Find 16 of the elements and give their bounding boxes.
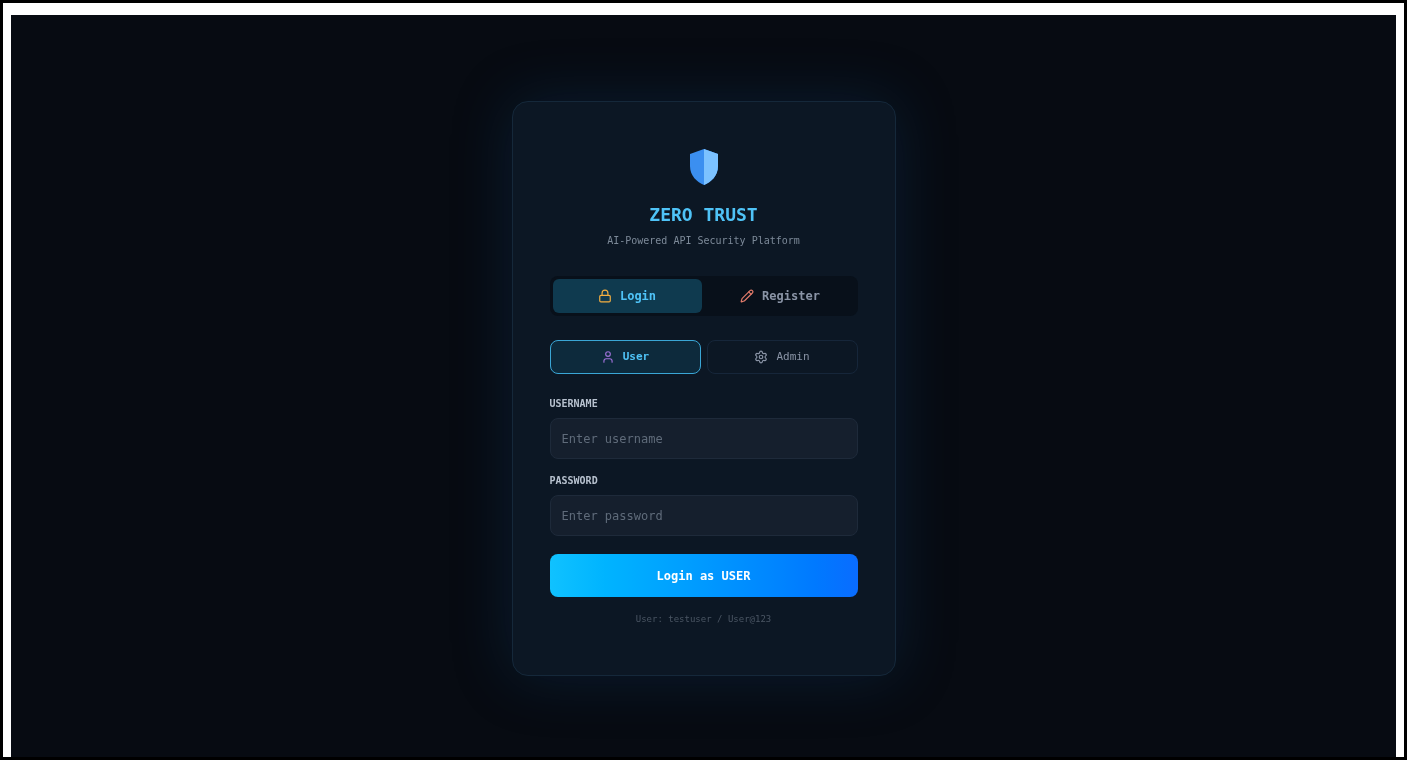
login-button[interactable]: Login as USER	[549, 554, 858, 597]
lock-icon	[597, 289, 612, 303]
input-field[interactable]: Enter password	[549, 495, 858, 536]
app-title: ZERO TRUST	[649, 203, 758, 227]
field-label: PASSWORD	[549, 474, 599, 488]
field-label: USERNAME	[549, 397, 599, 411]
mode-tab[interactable]: Register	[705, 279, 855, 313]
pencil-icon	[740, 289, 755, 303]
shield-icon	[688, 148, 719, 186]
mode-tab[interactable]: Login	[552, 279, 702, 313]
role-tab[interactable]: User	[549, 340, 701, 374]
gear-icon	[754, 350, 769, 364]
user-icon	[600, 350, 615, 364]
input-field[interactable]: Enter username	[549, 418, 858, 459]
role-tab[interactable]: Admin	[706, 340, 858, 374]
app-subtitle: AI-Powered API Security Platform	[607, 234, 800, 248]
